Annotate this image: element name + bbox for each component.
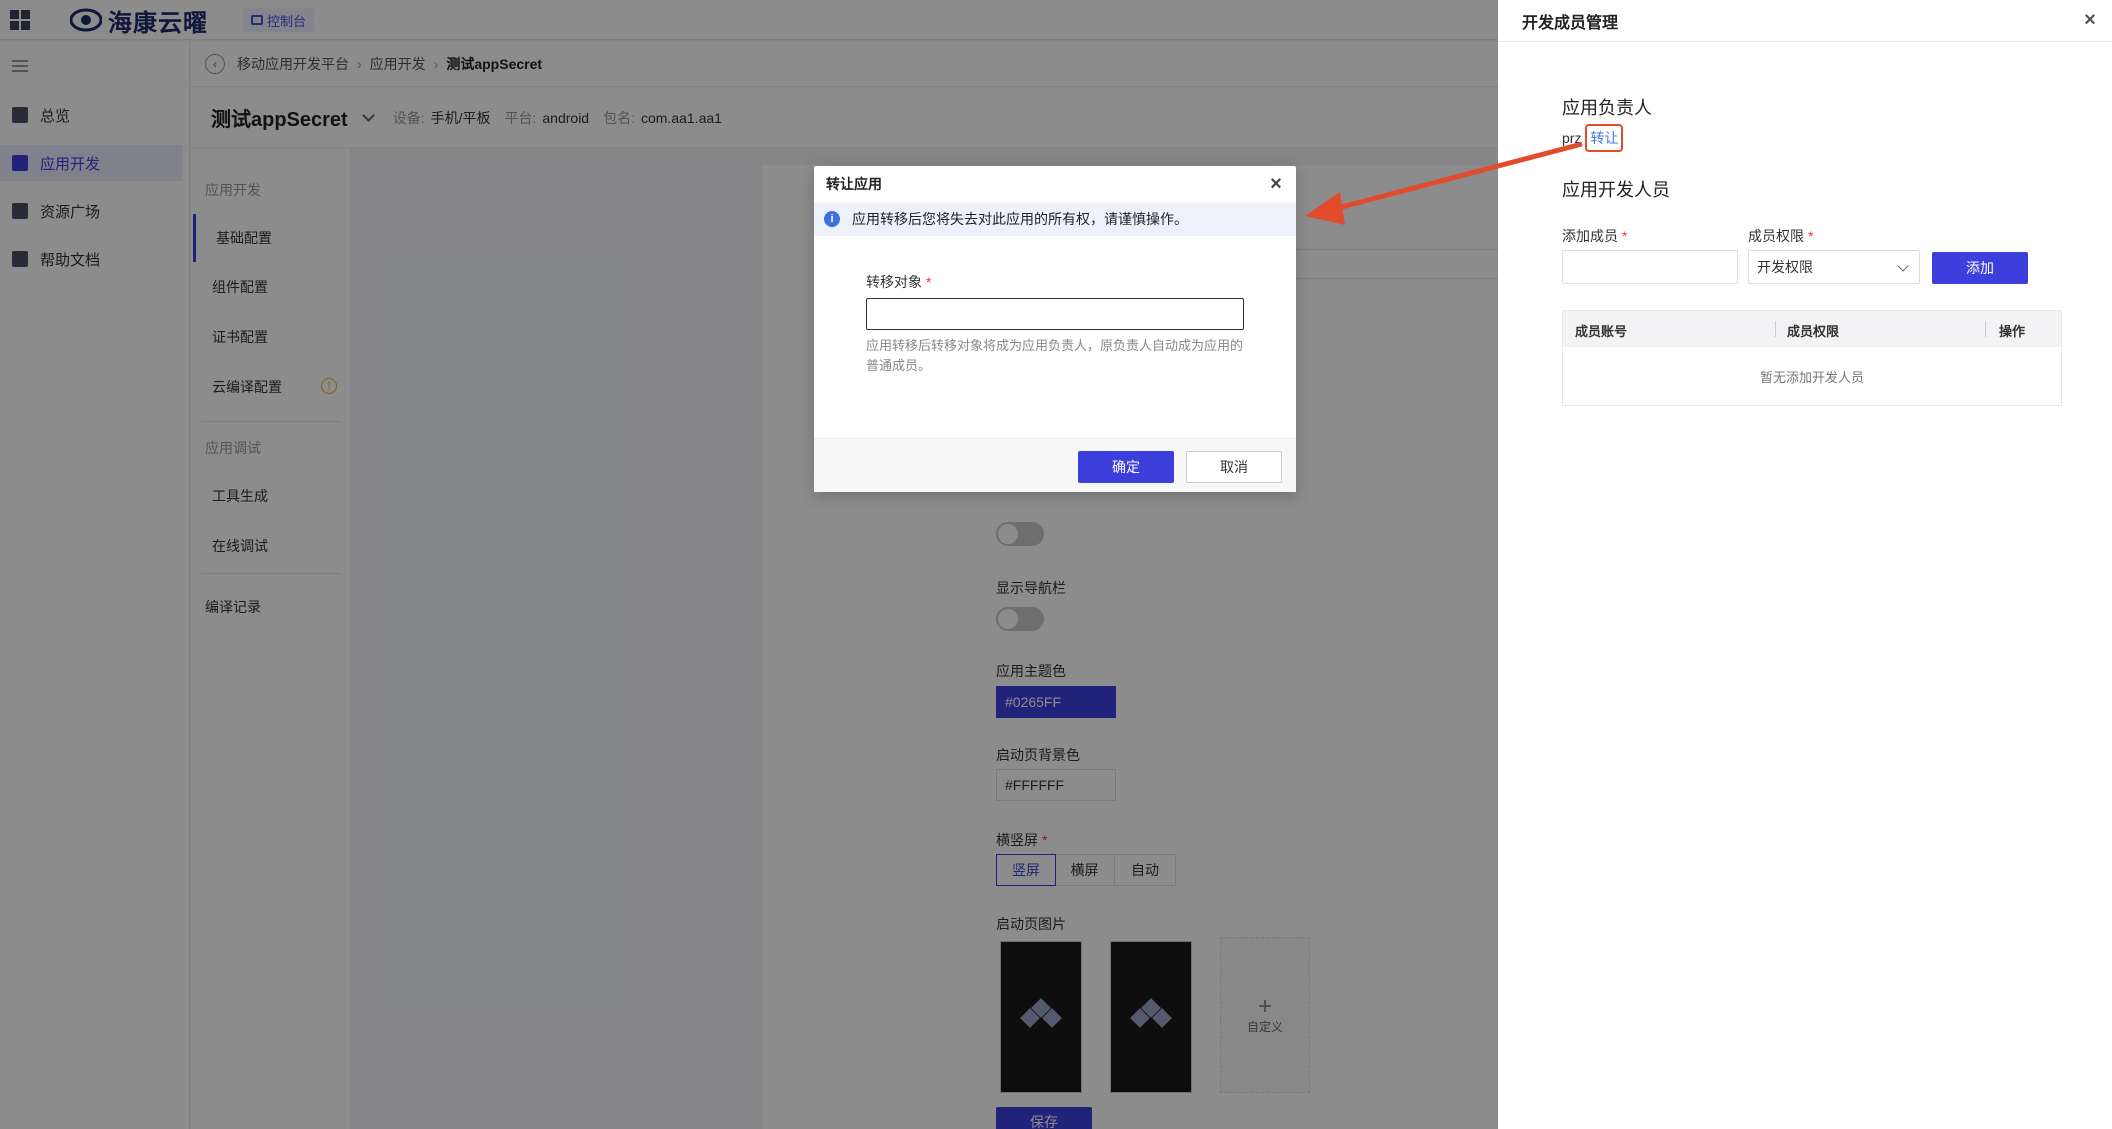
help-text: 应用转移后转移对象将成为应用负责人，原负责人自动成为应用的普通成员。 <box>866 338 1244 373</box>
confirm-button[interactable]: 确定 <box>1078 451 1174 483</box>
warning-alert: i 应用转移后您将失去对此应用的所有权，请谨慎操作。 <box>814 202 1296 236</box>
modal-footer: 确定 取消 <box>814 438 1296 492</box>
alert-text: 应用转移后您将失去对此应用的所有权，请谨慎操作。 <box>852 211 1188 227</box>
column-separator <box>1775 321 1776 337</box>
cancel-button[interactable]: 取消 <box>1186 451 1282 483</box>
permission-select[interactable]: 开发权限 <box>1748 250 1920 284</box>
transfer-app-modal: 转让应用 × i 应用转移后您将失去对此应用的所有权，请谨慎操作。 转移对象 * … <box>814 166 1296 492</box>
modal-body: 转移对象 * 应用转移后转移对象将成为应用负责人，原负责人自动成为应用的普通成员。 <box>814 236 1296 438</box>
empty-state: 暂无添加开发人员 <box>1759 369 1864 385</box>
member-table: 成员账号 成员权限 操作 暂无添加开发人员 <box>1562 310 2062 406</box>
permission-value: 开发权限 <box>1757 259 1813 275</box>
table-header: 成员账号 成员权限 操作 <box>1563 311 2061 347</box>
transfer-target-input[interactable] <box>866 298 1244 330</box>
add-member-label: 添加成员 * <box>1562 226 1627 246</box>
column-separator <box>1985 321 1986 337</box>
add-member-label-text: 添加成员 <box>1562 228 1618 244</box>
close-icon[interactable]: × <box>2080 10 2100 30</box>
add-member-button[interactable]: 添加 <box>1932 252 2028 284</box>
modal-title: 转让应用 <box>826 176 882 192</box>
column-header-permission: 成员权限 <box>1787 324 1840 339</box>
info-icon: i <box>824 211 840 227</box>
required-mark: * <box>926 274 932 290</box>
permission-label-text: 成员权限 <box>1748 228 1804 244</box>
modal-header: 转让应用 × <box>814 166 1296 202</box>
transfer-target-label-text: 转移对象 <box>866 274 922 290</box>
owner-section-title: 应用负责人 <box>1562 98 1652 118</box>
transfer-target-label: 转移对象 * <box>866 272 931 292</box>
transfer-link[interactable]: 转让 <box>1585 124 1624 152</box>
owner-name: prz <box>1562 130 1582 146</box>
close-icon[interactable]: × <box>1266 174 1286 194</box>
drawer-title: 开发成员管理 <box>1522 14 1619 32</box>
member-management-drawer: 开发成员管理 × 应用负责人 prz 转让 应用开发人员 添加成员 * 成员权限 *… <box>1498 0 2112 1129</box>
drawer-header: 开发成员管理 × <box>1498 0 2112 42</box>
add-member-input[interactable] <box>1562 250 1738 284</box>
developer-section-title: 应用开发人员 <box>1562 180 1670 200</box>
required-mark: * <box>1808 228 1814 244</box>
chevron-down-icon <box>1897 260 1909 272</box>
owner-row: prz 转让 <box>1562 124 1624 152</box>
column-header-actions: 操作 <box>1999 324 2026 339</box>
column-header-account: 成员账号 <box>1575 324 1628 339</box>
required-mark: * <box>1622 228 1628 244</box>
permission-label: 成员权限 * <box>1748 226 1813 246</box>
